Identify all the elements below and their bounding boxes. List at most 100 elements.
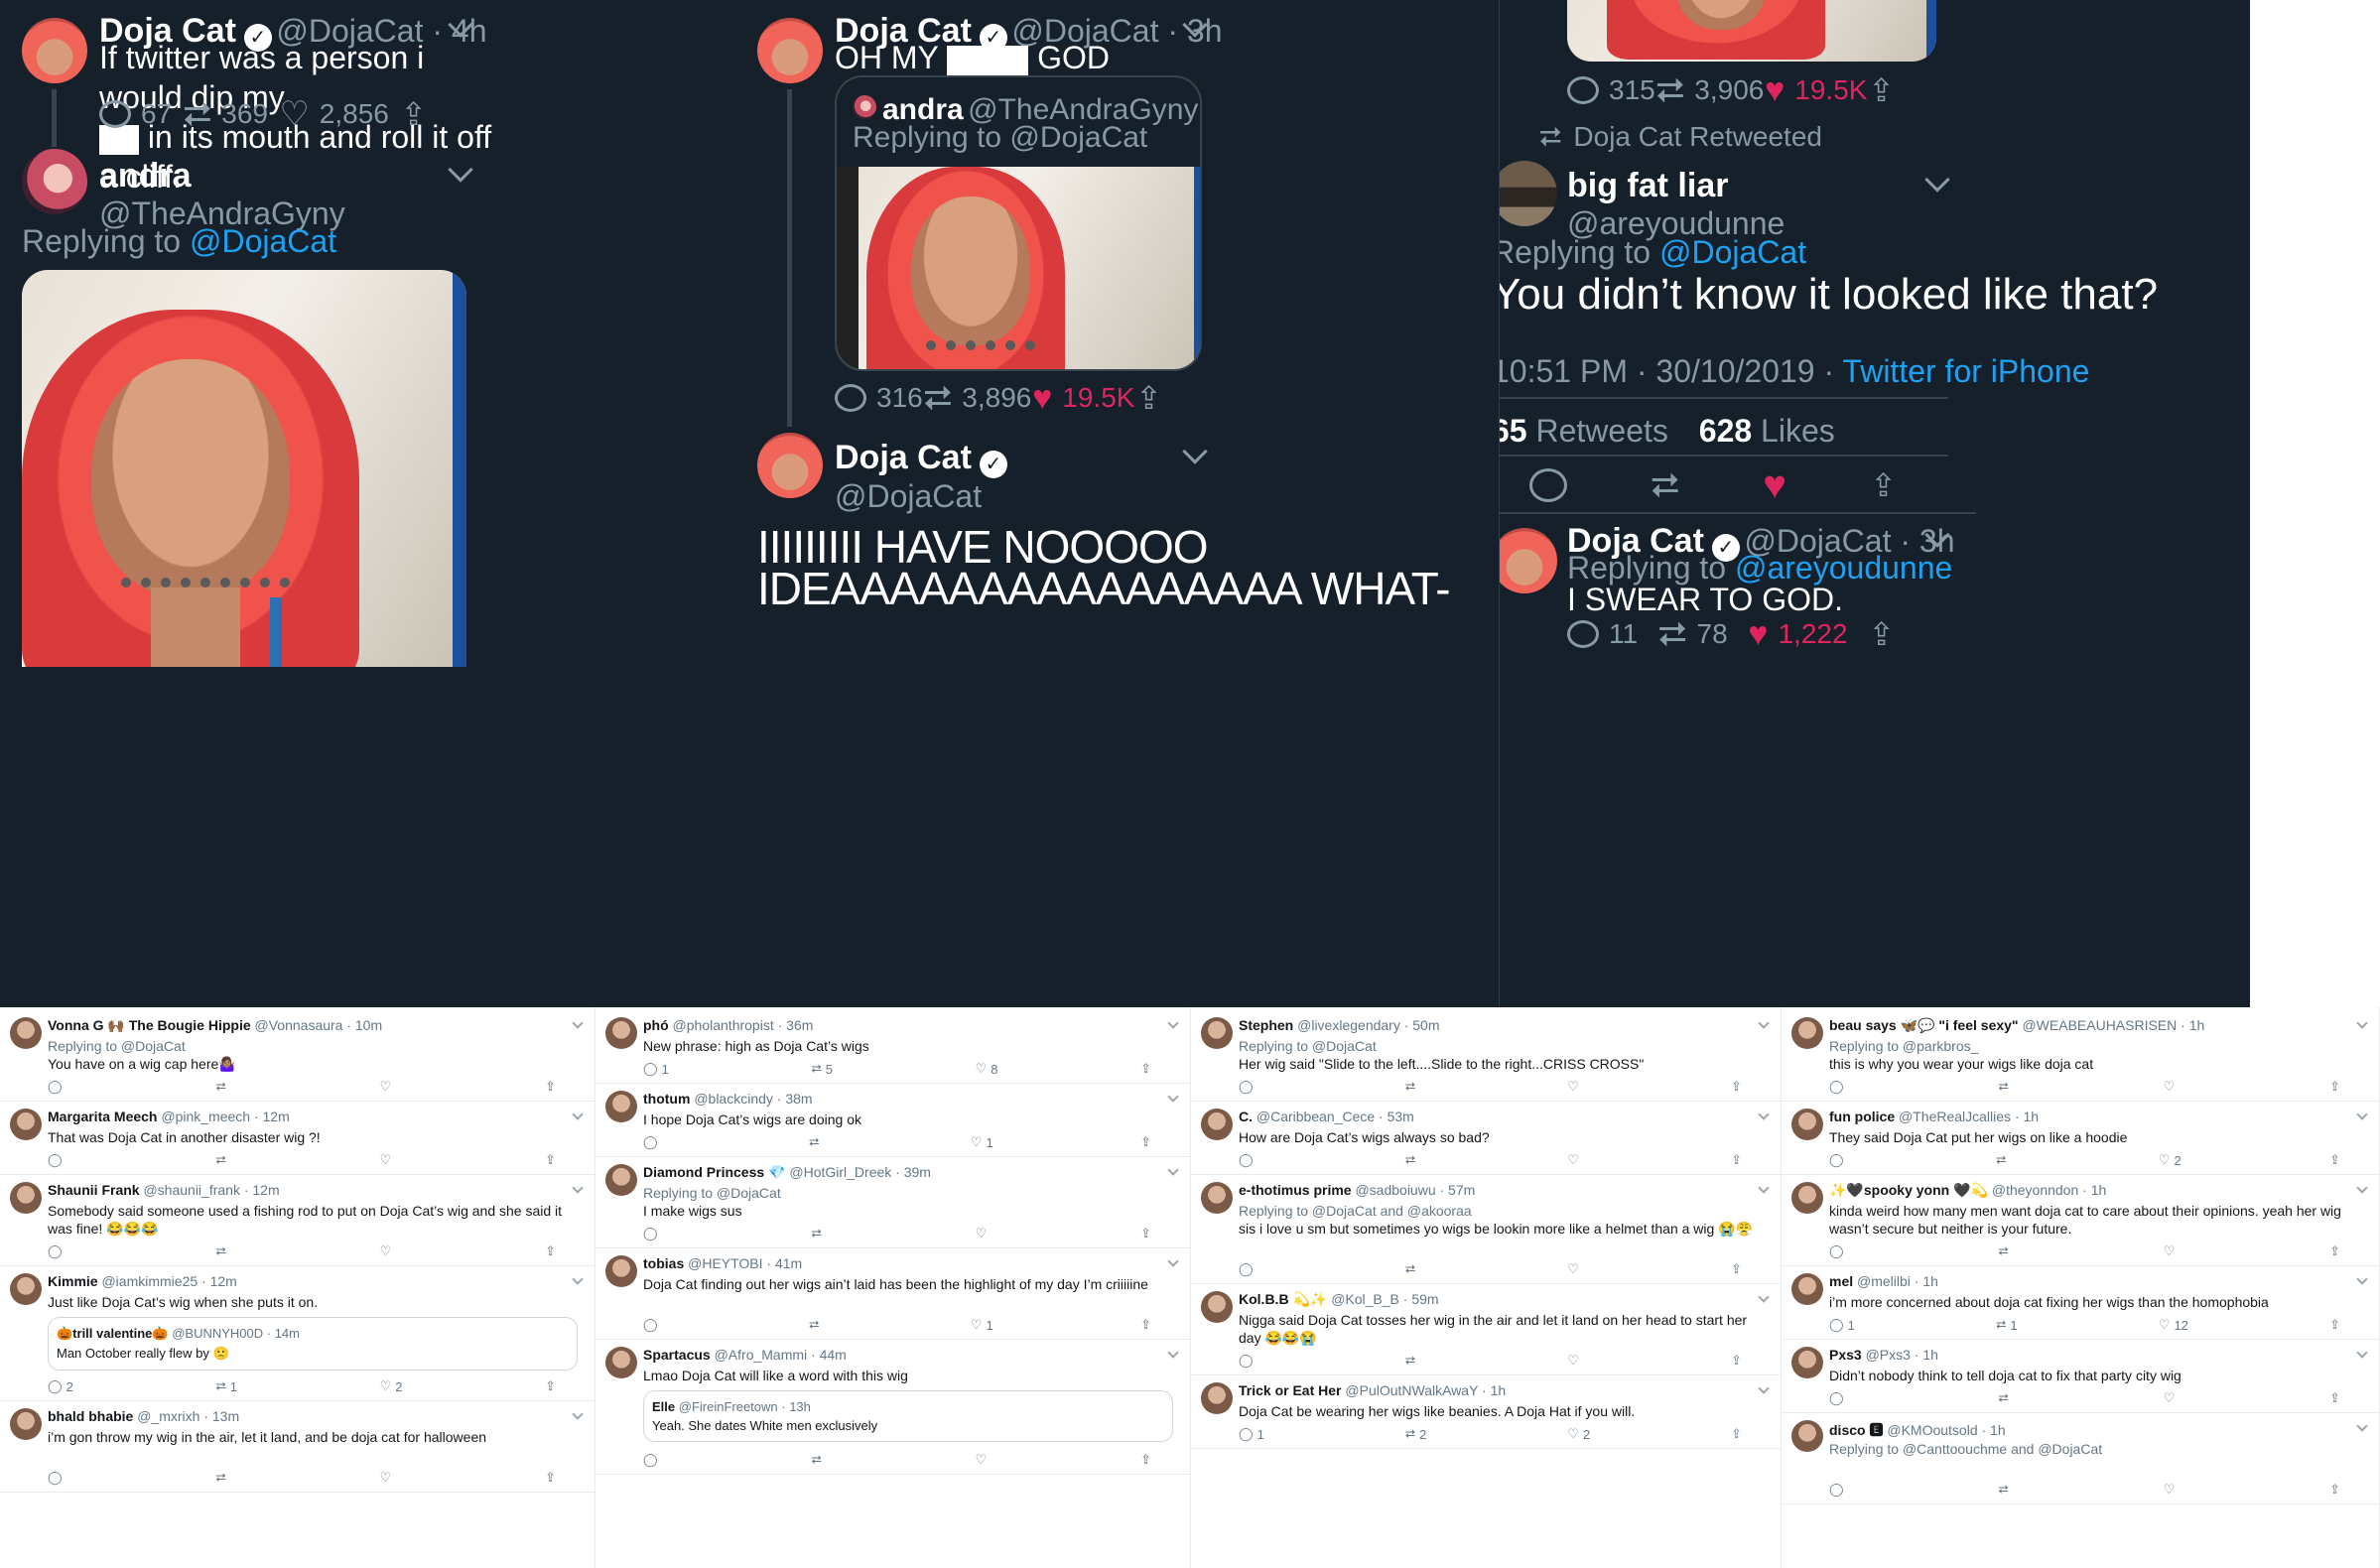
like-button[interactable]: ♡ [380,1079,396,1095]
author-name[interactable]: Vonna G 🙌🏾 The Bougie Hippie [48,1017,251,1033]
reply-button[interactable]: 11 [1567,618,1638,650]
share-button[interactable]: ⇪ [1140,1134,1151,1150]
reply-button[interactable]: ◯ [48,1470,66,1486]
retweet-button[interactable]: ⮂ [215,1470,229,1486]
retweet-button[interactable]: ⮂ [809,1317,823,1333]
share-button[interactable]: ⇪ [545,1152,556,1168]
share-button[interactable]: ⇪ [1731,1426,1742,1442]
reply-button[interactable]: ◯ [1239,1261,1257,1277]
retweet-button[interactable]: ⮂ [215,1243,229,1259]
avatar[interactable] [10,1273,42,1305]
chevron-down-icon[interactable] [2356,1273,2368,1285]
like-button[interactable]: ♡ 2,856 [279,97,389,131]
retweet-button[interactable]: ⮂ [811,1226,825,1241]
share-button[interactable]: ⇪ [1731,1079,1742,1095]
avatar[interactable] [1201,1182,1233,1214]
chevron-down-icon[interactable] [572,1017,584,1029]
reply-button[interactable]: ◯ [643,1134,662,1150]
light-tweet[interactable]: phó @pholanthropist · 36m New phrase: hi… [595,1011,1190,1085]
author-name[interactable]: big fat liar [1567,167,1785,205]
author-handle[interactable]: @melilbi · 1h [1857,1273,1938,1289]
share-button[interactable]: ⇪ [545,1079,556,1095]
reply-button[interactable]: ◯ [48,1152,66,1168]
author-name[interactable]: Kol.B.B 💫✨ [1239,1291,1327,1307]
author-handle[interactable]: @livexlegendary · 50m [1297,1017,1439,1033]
retweet-button[interactable]: ⮂ [809,1134,823,1150]
author-handle[interactable]: @iamkimmie25 · 12m [101,1273,236,1289]
reply-button[interactable]: ◯ 2 [48,1378,73,1394]
share-button[interactable]: ⇪ [545,1470,556,1486]
retweet-button[interactable]: ⮂ [1998,1482,2012,1498]
avatar[interactable] [1791,1273,1823,1305]
retweet-button[interactable]: ⮂ 3,906 [1655,72,1764,108]
mention-link[interactable]: @DojaCat [190,223,336,259]
retweet-button[interactable]: ⮂ [811,1452,825,1468]
author-name[interactable]: Trick or Eat Her [1239,1382,1342,1398]
avatar[interactable] [757,433,823,498]
chevron-down-icon[interactable] [2356,1017,2368,1029]
retweet-button[interactable]: ⮂ [1998,1390,2012,1406]
like-button[interactable]: ♡ [2164,1079,2180,1095]
share-button[interactable]: ⇪ [2329,1079,2340,1095]
avatar[interactable] [10,1408,42,1440]
chevron-down-icon[interactable] [1758,1291,1770,1303]
author-handle[interactable]: @HotGirl_Dreek · 39m [789,1164,931,1180]
reply-button[interactable]: ◯ [1239,1152,1257,1168]
chevron-down-icon[interactable] [572,1273,584,1285]
author-handle[interactable]: @sadboiuwu · 57m [1355,1182,1475,1198]
retweet-button[interactable]: ⮂ 2 [1405,1426,1427,1442]
avatar[interactable] [1791,1017,1823,1049]
avatar[interactable] [1201,1291,1233,1323]
share-button[interactable]: ⇪ [1731,1152,1742,1168]
light-tweet[interactable]: tobias @HEYTOBI · 41m Doja Cat finding o… [595,1249,1190,1341]
avatar[interactable] [1791,1347,1823,1378]
chevron-down-icon[interactable] [1167,1347,1179,1359]
retweet-button[interactable]: ⮂ [215,1079,229,1095]
share-button[interactable]: ⇪ [545,1378,556,1394]
reply-button[interactable]: ◯ [643,1226,662,1241]
share-button[interactable]: ⇪ [1868,71,1895,109]
retweet-button[interactable]: ⮂ [215,1152,229,1168]
avatar[interactable] [605,1091,637,1122]
like-button[interactable]: ♡ [2164,1390,2180,1406]
like-button[interactable]: ♡ 1 [971,1317,993,1333]
like-button[interactable]: ♡ [1567,1079,1583,1095]
reply-button[interactable]: 315 [1567,74,1655,106]
avatar[interactable] [605,1017,637,1049]
like-button[interactable]: ♡ [976,1226,992,1241]
avatar[interactable] [10,1182,42,1214]
like-button[interactable]: ♡ [380,1470,396,1486]
author-name[interactable]: Pxs3 [1829,1347,1862,1363]
reply-button[interactable]: ◯ [1829,1390,1848,1406]
chevron-down-icon[interactable] [2356,1182,2368,1194]
share-button[interactable]: ⇪ [1731,1261,1742,1277]
share-button[interactable]: ⇪ [2329,1243,2340,1259]
avatar[interactable] [1500,161,1557,226]
chevron-down-icon[interactable] [1758,1017,1770,1029]
author-name[interactable]: Doja Cat [835,439,972,476]
reply-button[interactable]: ◯ 1 [1239,1426,1264,1442]
author-name[interactable]: C. [1239,1109,1253,1124]
chevron-down-icon[interactable] [1758,1109,1770,1120]
like-button[interactable]: ♡ [976,1452,992,1468]
heart-icon[interactable]: ♥ [1763,465,1786,505]
author-name[interactable]: Kimmie [48,1273,98,1289]
like-button[interactable]: ♡ 8 [976,1061,998,1077]
reply-button[interactable]: ◯ [643,1452,662,1468]
author-name[interactable]: tobias [643,1255,684,1271]
author-name[interactable]: beau says 🦋💬 "i feel sexy" [1829,1017,2019,1033]
light-tweet[interactable]: Vonna G 🙌🏾 The Bougie Hippie @Vonnasaura… [0,1011,595,1103]
avatar[interactable] [22,149,87,214]
reply-button[interactable]: ◯ [1829,1152,1848,1168]
author-name[interactable]: Diamond Princess 💎 [643,1164,785,1180]
share-button[interactable]: ⇪ [1140,1317,1151,1333]
avatar[interactable] [605,1255,637,1287]
author-handle[interactable]: @PulOutNWalkAwaY · 1h [1345,1382,1506,1398]
retweeted-banner[interactable]: ⮂ Doja Cat Retweeted [1539,121,1822,154]
reply-button[interactable]: ◯ [48,1079,66,1095]
light-tweet[interactable]: Trick or Eat Her @PulOutNWalkAwaY · 1h D… [1191,1376,1781,1450]
like-button[interactable]: ♡ [1567,1261,1583,1277]
chevron-down-icon[interactable] [572,1408,584,1420]
quoted-tweet[interactable]: andra @TheAndraGyny · 3h Replying to @Do… [835,75,1202,371]
like-button[interactable]: ♡ 12 [2159,1317,2188,1333]
